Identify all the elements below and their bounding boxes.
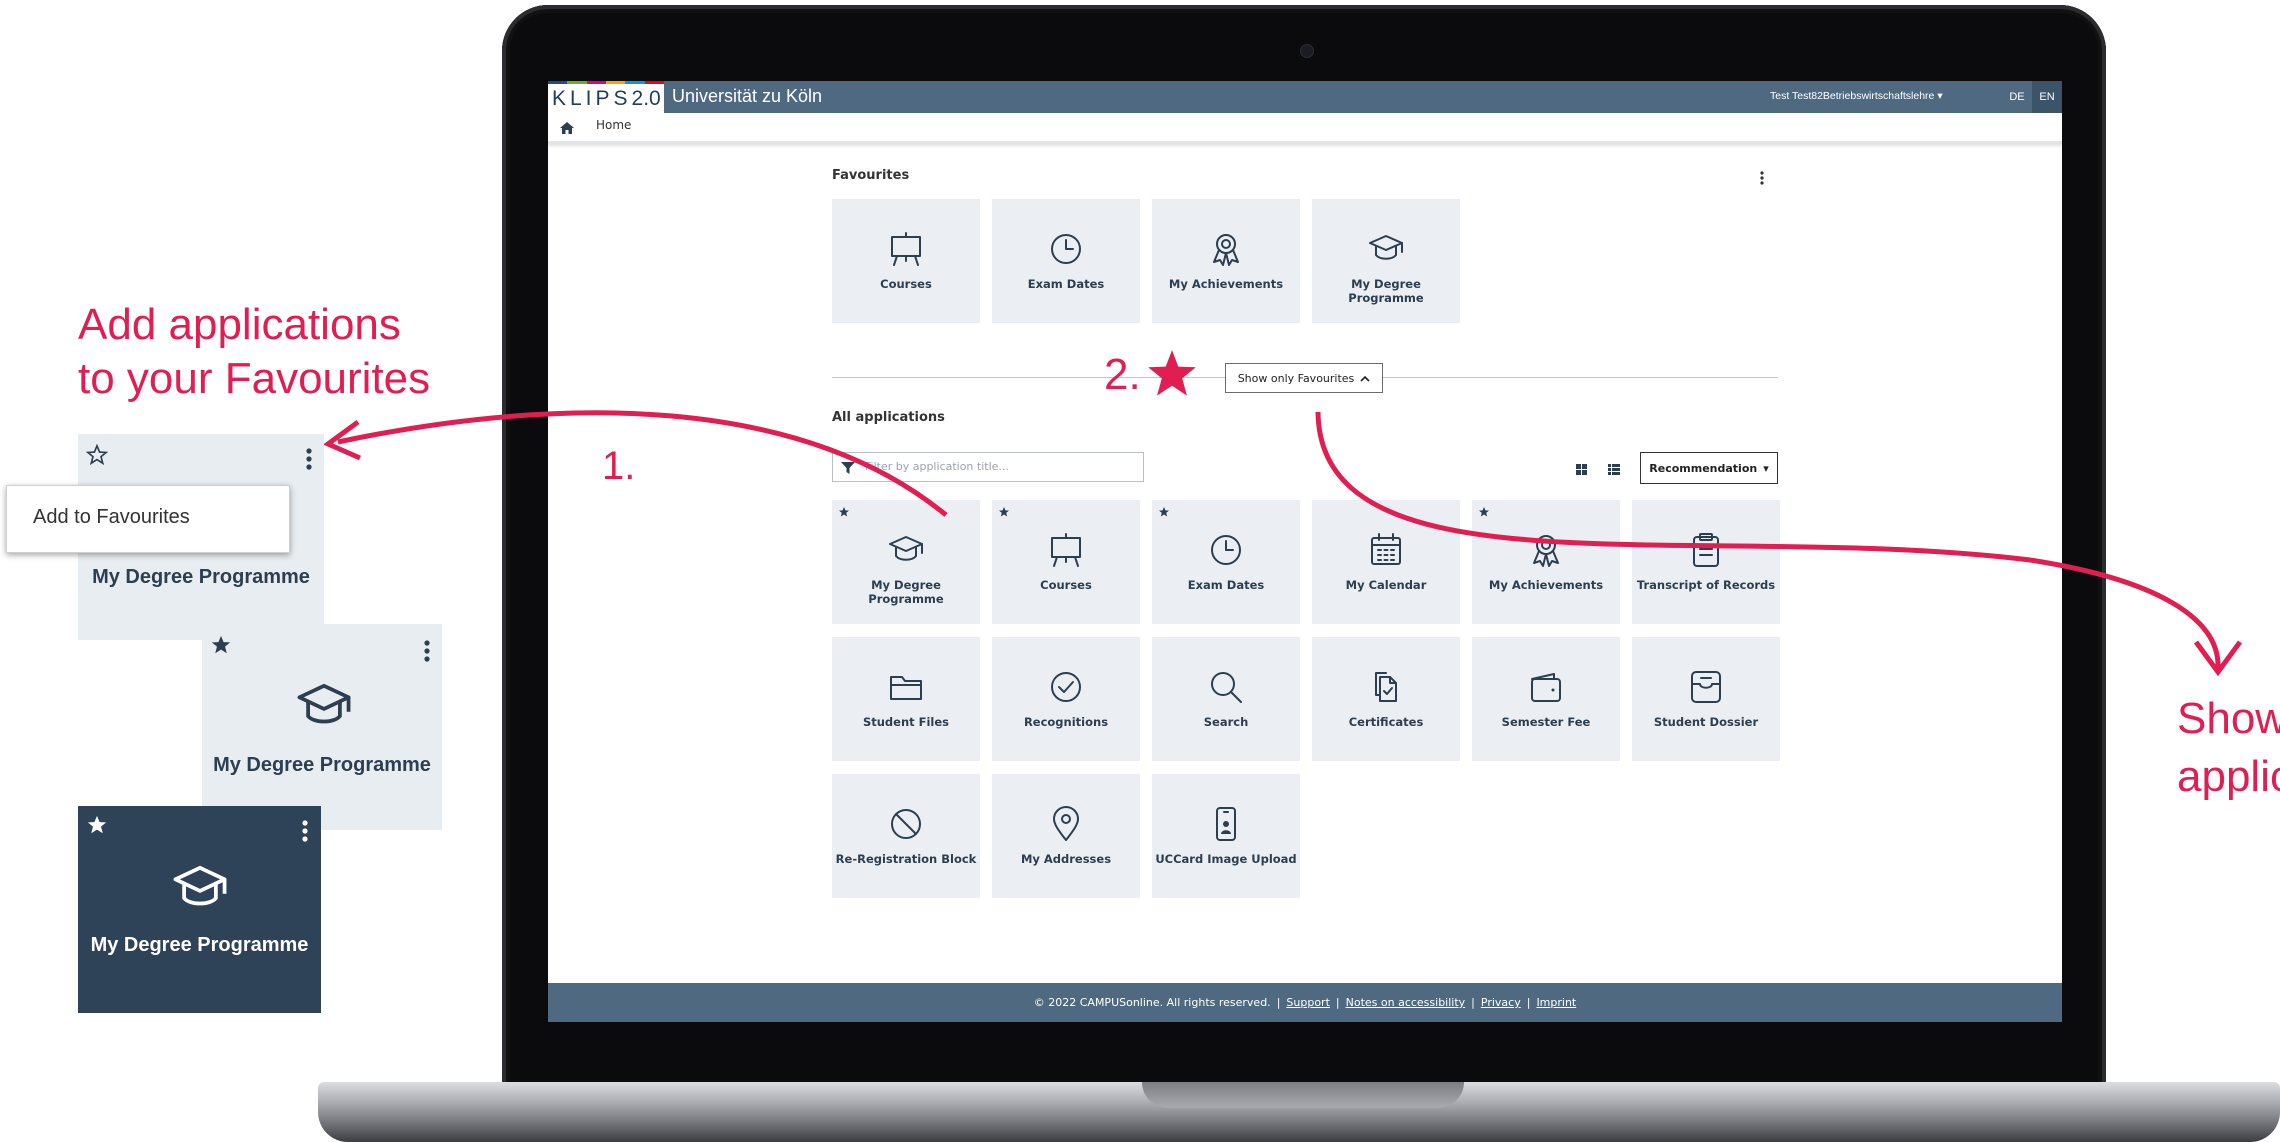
arrow-to-favourites xyxy=(337,410,948,517)
arrow-to-show xyxy=(1315,411,2221,669)
card-label: My Degree Programme xyxy=(90,934,309,956)
star-filled-icon[interactable] xyxy=(210,634,232,656)
context-menu: Add to Favourites xyxy=(6,485,290,553)
graduation-cap-icon xyxy=(173,865,227,906)
kebab-menu-icon[interactable] xyxy=(306,448,312,470)
annotation-arrows xyxy=(323,410,2243,677)
star-filled-icon[interactable] xyxy=(86,814,108,836)
kebab-menu-icon[interactable] xyxy=(424,640,430,662)
kebab-menu-icon[interactable] xyxy=(302,820,308,842)
card-label: My Degree Programme xyxy=(92,566,310,588)
add-to-favourites-item[interactable]: Add to Favourites xyxy=(33,506,190,529)
star-outline-icon[interactable] xyxy=(86,444,108,466)
card-label: My Degree Programme xyxy=(213,754,431,776)
graduation-cap-icon xyxy=(297,683,351,724)
